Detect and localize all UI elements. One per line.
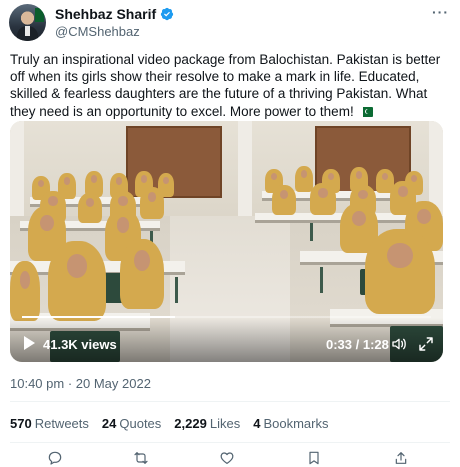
share-icon[interactable]: [392, 450, 410, 466]
tweet-body: Truly an inspirational video package fro…: [10, 52, 441, 119]
tweet-actions: [0, 448, 460, 467]
engagement-stats: 570 Retweets 24 Quotes 2,229 Likes 4 Bookmar…: [10, 416, 341, 431]
author-name-row: Shehbaz Sharif: [55, 6, 174, 22]
video-progress-bar[interactable]: [22, 316, 431, 318]
like-icon[interactable]: [218, 450, 236, 466]
verified-badge-icon: [161, 7, 174, 21]
play-icon[interactable]: [24, 336, 35, 350]
author-name[interactable]: Shehbaz Sharif: [55, 6, 156, 22]
quotes-label: Quotes: [119, 416, 162, 431]
pakistan-flag-icon: [360, 106, 374, 117]
video-views: 41.3K views: [43, 337, 117, 352]
likes-label: Likes: [209, 416, 241, 431]
retweets-stat[interactable]: 570 Retweets: [10, 416, 89, 431]
author-handle[interactable]: @CMShehbaz: [55, 24, 140, 39]
divider: [10, 401, 450, 402]
bookmarks-label: Bookmarks: [263, 416, 329, 431]
retweets-label: Retweets: [34, 416, 89, 431]
reply-icon[interactable]: [46, 450, 64, 466]
tweet-timestamp[interactable]: 10:40 pm · 20 May 2022: [10, 376, 151, 391]
bookmarks-count: 4: [253, 416, 261, 431]
quotes-stat[interactable]: 24 Quotes: [102, 416, 161, 431]
fullscreen-icon[interactable]: [418, 336, 434, 352]
video-player[interactable]: 41.3K views 0:33 / 1:28: [10, 121, 443, 362]
likes-stat[interactable]: 2,229 Likes: [174, 416, 240, 431]
avatar[interactable]: [9, 4, 46, 41]
tweet-header: Shehbaz Sharif @CMShehbaz ···: [9, 4, 451, 42]
retweets-count: 570: [10, 416, 32, 431]
video-progress-fill: [22, 316, 176, 318]
likes-count: 2,229: [174, 416, 207, 431]
video-time: 0:33 / 1:28: [326, 337, 389, 352]
tweet-text: Truly an inspirational video package fro…: [10, 51, 450, 120]
divider: [10, 442, 450, 443]
quotes-count: 24: [101, 416, 117, 431]
speaker-icon[interactable]: [390, 336, 408, 352]
bookmark-icon[interactable]: [305, 450, 323, 466]
retweet-icon[interactable]: [132, 450, 150, 466]
more-options-icon[interactable]: ···: [432, 4, 449, 20]
bookmarks-stat[interactable]: 4 Bookmarks: [253, 416, 328, 431]
